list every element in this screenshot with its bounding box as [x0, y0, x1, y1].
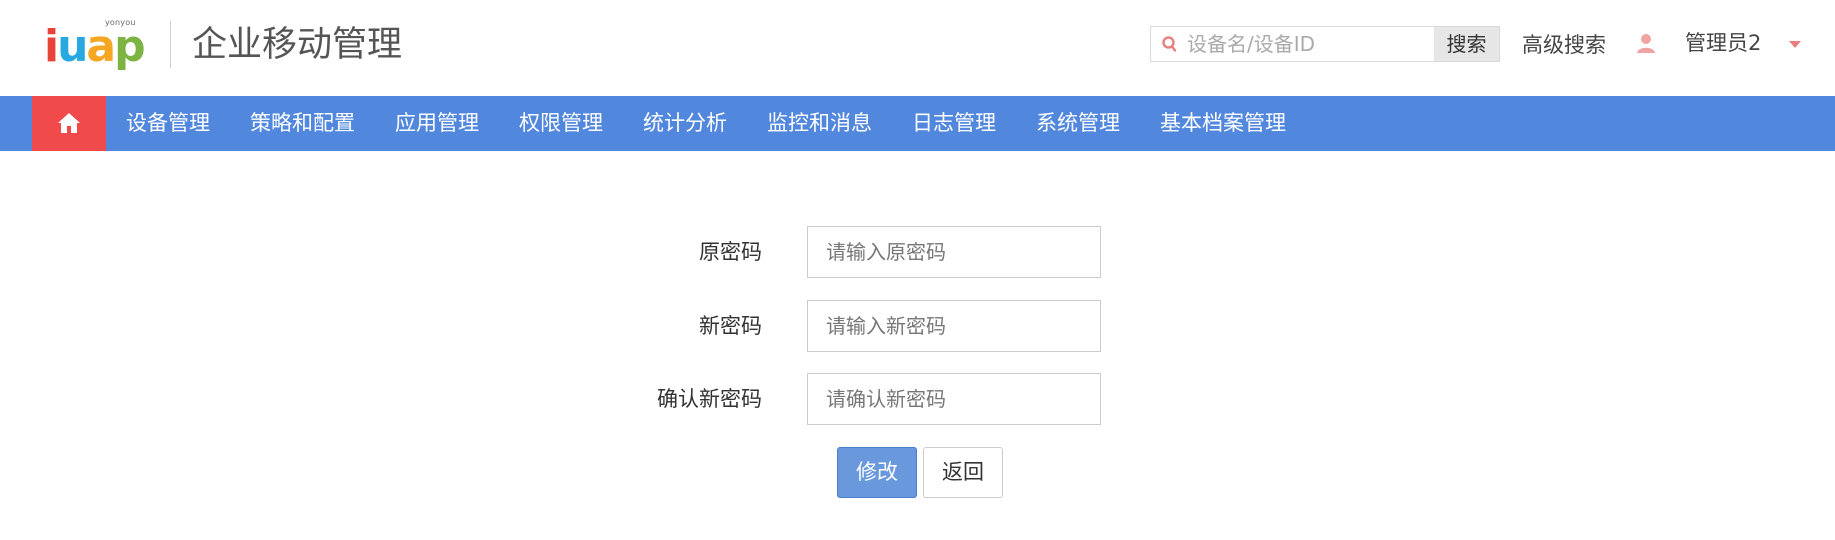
old-password-input[interactable]	[807, 226, 1101, 278]
search-button[interactable]: 搜索	[1434, 27, 1499, 61]
nav-item-statistics[interactable]: 统计分析	[623, 96, 747, 151]
advanced-search-link[interactable]: 高级搜索	[1522, 30, 1606, 60]
home-button[interactable]	[32, 96, 106, 151]
nav-item-app-management[interactable]: 应用管理	[375, 96, 499, 151]
nav-item-permission-management[interactable]: 权限管理	[499, 96, 623, 151]
iuap-logo: yonyou iuap	[44, 18, 146, 74]
user-icon	[1637, 34, 1655, 53]
chevron-down-icon[interactable]	[1789, 41, 1801, 48]
user-name[interactable]: 管理员2	[1685, 28, 1761, 58]
submit-button[interactable]: 修改	[837, 447, 917, 498]
nav-item-device-management[interactable]: 设备管理	[106, 96, 230, 151]
nav-menu: 设备管理 策略和配置 应用管理 权限管理 统计分析 监控和消息 日志管理 系统管…	[106, 96, 1306, 151]
old-password-row: 原密码	[0, 226, 1835, 278]
new-password-input[interactable]	[807, 300, 1101, 352]
nav-item-basic-archives[interactable]: 基本档案管理	[1140, 96, 1306, 151]
app-title: 企业移动管理	[192, 25, 403, 65]
new-password-row: 新密码	[0, 300, 1835, 352]
new-password-label: 新密码	[699, 314, 762, 338]
header-divider	[170, 21, 171, 68]
main-navbar: 设备管理 策略和配置 应用管理 权限管理 统计分析 监控和消息 日志管理 系统管…	[0, 96, 1835, 151]
old-password-label: 原密码	[699, 240, 762, 264]
home-icon	[58, 113, 80, 133]
search-input[interactable]	[1187, 29, 1417, 59]
top-header: yonyou iuap 企业移动管理 搜索 高级搜索 管理员2	[0, 0, 1835, 96]
device-search: 搜索	[1150, 26, 1500, 62]
nav-item-system-management[interactable]: 系统管理	[1016, 96, 1140, 151]
confirm-password-label: 确认新密码	[657, 387, 762, 411]
nav-item-log-management[interactable]: 日志管理	[892, 96, 1016, 151]
search-icon	[1162, 36, 1177, 52]
confirm-password-row: 确认新密码	[0, 373, 1835, 425]
nav-item-policy-config[interactable]: 策略和配置	[230, 96, 375, 151]
nav-item-monitor-messages[interactable]: 监控和消息	[747, 96, 892, 151]
back-button[interactable]: 返回	[923, 447, 1003, 498]
logo-iuap-text: iuap	[44, 21, 146, 72]
confirm-password-input[interactable]	[807, 373, 1101, 425]
